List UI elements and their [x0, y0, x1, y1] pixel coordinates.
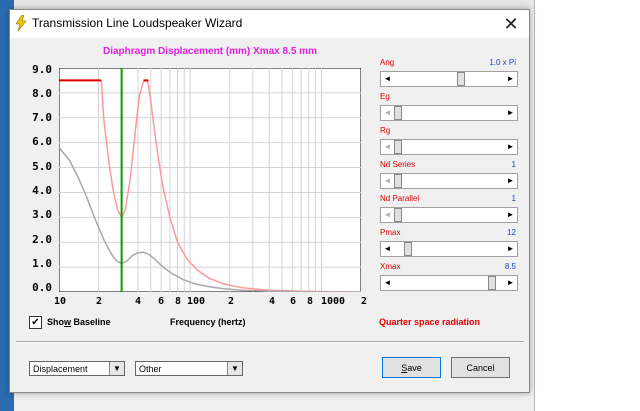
- x-tick-label: 4: [134, 296, 142, 307]
- scroll-right-icon[interactable]: ►: [504, 72, 517, 86]
- y-tick-label: 1.0: [32, 257, 52, 270]
- y-tick-label: 0.0: [32, 281, 52, 294]
- scroll-left-icon[interactable]: ◄: [381, 208, 394, 222]
- slider-thumb[interactable]: [394, 174, 402, 188]
- window-title: Transmission Line Loudspeaker Wizard: [32, 16, 243, 30]
- y-tick-label: 2.0: [32, 233, 52, 246]
- scroll-left-icon[interactable]: ◄: [381, 174, 394, 188]
- slider-value: 1.0 x Pi: [489, 58, 516, 67]
- radiation-mode-text: Quarter space radiation: [379, 317, 481, 327]
- lightning-icon: [15, 15, 27, 31]
- y-tick-label: 8.0: [32, 87, 52, 100]
- scroll-left-icon[interactable]: ◄: [381, 276, 394, 290]
- slider-thumb[interactable]: [394, 106, 402, 120]
- scroll-left-icon[interactable]: ◄: [381, 106, 394, 120]
- x-tick-label: 100: [186, 296, 206, 307]
- x-tick-label: 4: [268, 296, 276, 307]
- close-button[interactable]: ✕: [493, 10, 529, 38]
- slider-value: 8.5: [504, 262, 516, 271]
- slider-thumb[interactable]: [404, 242, 413, 256]
- slider-label: Xmax: [380, 262, 401, 271]
- x-tick-label: 2: [360, 296, 368, 307]
- slider-label: Eg: [380, 92, 390, 101]
- plot-type-dropdown[interactable]: Displacement ▼: [29, 361, 125, 376]
- other-value: Other: [139, 364, 162, 374]
- x-tick-label: 2: [227, 296, 235, 307]
- x-tick-label: 1000: [320, 296, 346, 307]
- parameter-slider[interactable]: ◄ ►: [380, 71, 518, 87]
- scroll-left-icon[interactable]: ◄: [381, 140, 394, 154]
- x-tick-label: 6: [289, 296, 297, 307]
- scroll-right-icon[interactable]: ►: [504, 242, 517, 256]
- y-tick-label: 3.0: [32, 208, 52, 221]
- scroll-right-icon[interactable]: ►: [504, 106, 517, 120]
- chart-title: Diaphragm Displacement (mm) Xmax 8.5 mm: [103, 46, 317, 57]
- y-tick-label: 4.0: [32, 184, 52, 197]
- slider-label: Pmax: [380, 228, 401, 237]
- parameter-slider[interactable]: ◄ ►: [380, 207, 518, 223]
- parameter-slider[interactable]: ◄ ►: [380, 275, 518, 291]
- x-tick-label: 10: [53, 296, 67, 307]
- parameter-slider[interactable]: ◄ ►: [380, 241, 518, 257]
- scroll-right-icon[interactable]: ►: [504, 140, 517, 154]
- title-bar: Transmission Line Loudspeaker Wizard ✕: [10, 10, 529, 38]
- scroll-left-icon[interactable]: ◄: [381, 242, 394, 256]
- scroll-right-icon[interactable]: ►: [504, 174, 517, 188]
- slider-value: 12: [507, 228, 516, 237]
- y-tick-label: 9.0: [32, 63, 52, 76]
- slider-label: Nd Series: [380, 160, 416, 169]
- x-axis-label: Frequency (hertz): [170, 317, 246, 327]
- slider-thumb[interactable]: [394, 140, 402, 154]
- slider-label: Rg: [380, 126, 391, 135]
- slider-label: Ang: [380, 58, 395, 67]
- x-tick-label: 8: [174, 296, 182, 307]
- chevron-down-icon[interactable]: ▼: [227, 362, 242, 375]
- other-dropdown[interactable]: Other ▼: [135, 361, 243, 376]
- displacement-chart: [59, 68, 361, 292]
- x-tick-label: 8: [306, 296, 314, 307]
- scroll-right-icon[interactable]: ►: [504, 208, 517, 222]
- scroll-left-icon[interactable]: ◄: [381, 72, 394, 86]
- x-tick-label: 6: [157, 296, 165, 307]
- slider-value: 1: [511, 160, 516, 169]
- y-tick-label: 7.0: [32, 111, 52, 124]
- scroll-right-icon[interactable]: ►: [504, 276, 517, 290]
- show-baseline-checkbox[interactable]: ✔: [29, 316, 42, 329]
- parameter-slider[interactable]: ◄ ►: [380, 105, 518, 121]
- plot-type-value: Displacement: [33, 364, 88, 374]
- chevron-down-icon[interactable]: ▼: [109, 362, 124, 375]
- wizard-dialog: Transmission Line Loudspeaker Wizard ✕ D…: [9, 9, 530, 393]
- cancel-button[interactable]: Cancel: [451, 357, 510, 378]
- y-tick-label: 6.0: [32, 135, 52, 148]
- y-tick-label: 5.0: [32, 160, 52, 173]
- parameter-slider[interactable]: ◄ ►: [380, 139, 518, 155]
- background-window-titlebar: [14, 0, 534, 9]
- x-tick-label: 2: [95, 296, 103, 307]
- slider-value: 1: [511, 194, 516, 203]
- show-baseline-label: Show Baseline: [47, 317, 111, 327]
- slider-thumb[interactable]: [394, 208, 402, 222]
- slider-label: Nd Parallel: [380, 194, 420, 203]
- slider-thumb[interactable]: [487, 276, 496, 290]
- slider-thumb[interactable]: [457, 72, 466, 86]
- separator: [16, 341, 524, 343]
- parameter-slider[interactable]: ◄ ►: [380, 173, 518, 189]
- save-button[interactable]: Save: [382, 357, 441, 378]
